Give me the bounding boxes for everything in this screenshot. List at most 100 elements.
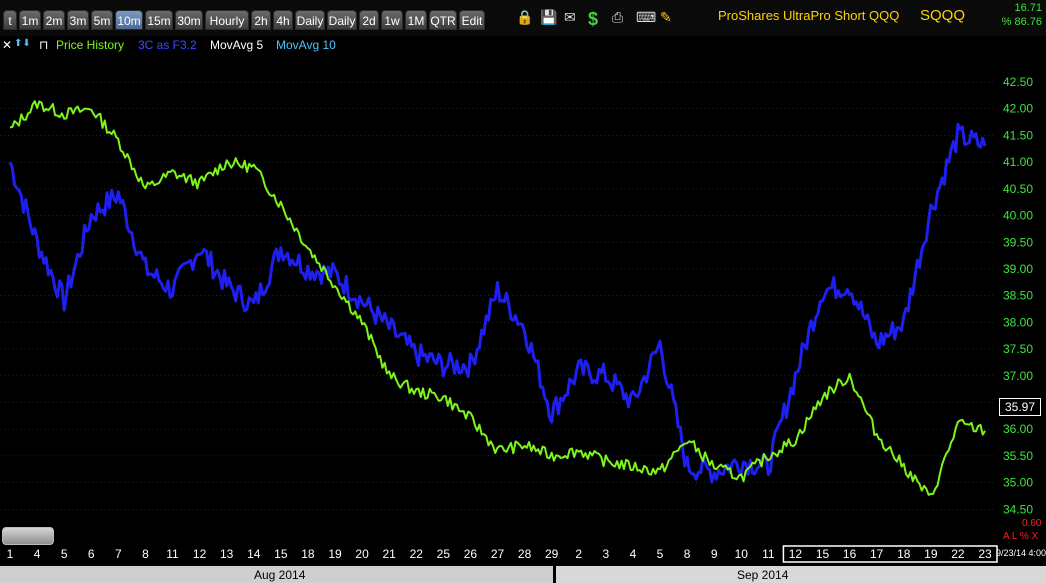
- x-tick-label: 19: [328, 547, 342, 561]
- x-tick-label: 15: [816, 547, 830, 561]
- pencil-icon[interactable]: ✎: [660, 9, 678, 27]
- lock-icon[interactable]: 🔒: [516, 9, 534, 27]
- y-tick-label: 37.00: [1003, 369, 1033, 383]
- timeframe-button-hourly[interactable]: Hourly: [205, 10, 249, 30]
- move-arrows-icon[interactable]: ⬆⬇: [14, 38, 31, 49]
- chart-scroll-handle[interactable]: [2, 527, 54, 545]
- x-tick-label: 16: [843, 547, 857, 561]
- timeframe-button-1m[interactable]: 1M: [405, 10, 427, 30]
- timeframe-button-10m[interactable]: 10m: [115, 10, 143, 30]
- x-tick-label: 5: [61, 547, 68, 561]
- price-chart[interactable]: 42.50 42.00 41.50 41.00 40.50 40.00 39.50 39.00…: [0, 36, 1046, 566]
- last-price-label: 35.97: [999, 398, 1041, 416]
- x-tick-label: 22: [410, 547, 424, 561]
- x-tick-label: 5: [657, 547, 664, 561]
- y-tick-label: 39.00: [1003, 262, 1033, 276]
- keyboard-icon[interactable]: ⌨: [636, 9, 656, 27]
- x-tick-label: 15: [274, 547, 288, 561]
- x-tick-label: 27: [491, 547, 505, 561]
- legend-price-history[interactable]: Price History: [56, 38, 124, 52]
- x-tick-label: 19: [924, 547, 938, 561]
- y-tick-label: 41.00: [1003, 155, 1033, 169]
- x-tick-label: 12: [789, 547, 803, 561]
- x-tick-label: 13: [220, 547, 234, 561]
- month-band-sep: [556, 566, 1046, 583]
- timeframe-button-2d[interactable]: 2d: [359, 10, 379, 30]
- x-tick-label: 4: [630, 547, 637, 561]
- timeframe-button-5m[interactable]: 5m: [91, 10, 113, 30]
- mail-icon[interactable]: ✉: [564, 9, 582, 27]
- printer-icon[interactable]: ⎙: [612, 9, 630, 27]
- series-line-3c-indicator: [8, 122, 987, 484]
- x-tick-label: 23: [978, 547, 992, 561]
- x-tick-label: 26: [464, 547, 478, 561]
- y-tick-label: 38.50: [1003, 289, 1033, 303]
- timeframe-button-daily[interactable]: Daily: [295, 10, 325, 30]
- x-tick-label: 11: [166, 547, 179, 561]
- timestamp-label: 9/23/14 4:00: [996, 548, 1046, 558]
- quote-symbol: SQQQ: [920, 7, 966, 24]
- y-tick-label: 35.00: [1003, 476, 1033, 490]
- save-icon[interactable]: 💾: [540, 9, 558, 27]
- legend-movavg10[interactable]: MovAvg 10: [276, 38, 336, 52]
- chart-legend: ✕ ⬆⬇ ⊓ Price History 3C as F3.2 MovAvg 5…: [0, 38, 500, 54]
- timeframe-button-4h[interactable]: 4h: [273, 10, 293, 30]
- y-tick-label: 39.50: [1003, 235, 1033, 249]
- timeframe-button-30m[interactable]: 30m: [175, 10, 203, 30]
- quote-name: ProShares UltraPro Short QQQ: [718, 8, 900, 23]
- timeframe-button-3m[interactable]: 3m: [67, 10, 89, 30]
- y-tick-label: 41.50: [1003, 128, 1033, 142]
- y-tick-label: 42.00: [1003, 102, 1033, 116]
- y-tick-label: 35.50: [1003, 449, 1033, 463]
- timeframe-button-qtr[interactable]: QTR: [429, 10, 457, 30]
- x-tick-label: 4: [34, 547, 41, 561]
- timeframe-button-2m[interactable]: 2m: [43, 10, 65, 30]
- timeframe-button-1m[interactable]: 1m: [19, 10, 41, 30]
- corner-flags[interactable]: A L % X: [1003, 531, 1038, 542]
- x-tick-label: 21: [382, 547, 396, 561]
- x-tick-label: 14: [247, 547, 261, 561]
- timeframe-button-1w[interactable]: 1w: [381, 10, 403, 30]
- x-tick-label: 18: [897, 547, 911, 561]
- x-tick-label: 25: [437, 547, 451, 561]
- x-tick-label: 8: [684, 547, 691, 561]
- x-tick-label: 8: [142, 547, 149, 561]
- timeframe-button-2h[interactable]: 2h: [251, 10, 271, 30]
- close-chart-icon[interactable]: ✕: [2, 38, 12, 52]
- x-tick-label: 28: [518, 547, 532, 561]
- timeframe-button-edit[interactable]: Edit: [459, 10, 485, 30]
- legend-movavg5[interactable]: MovAvg 5: [210, 38, 263, 52]
- y-tick-label: 36.00: [1003, 422, 1033, 436]
- timeframe-button-t[interactable]: t: [3, 10, 17, 30]
- y-tick-label: 34.50: [1003, 502, 1033, 516]
- x-tick-label: 9: [711, 547, 718, 561]
- x-tick-label: 10: [735, 547, 749, 561]
- timeframe-button-15m[interactable]: 15m: [145, 10, 173, 30]
- x-tick-label: 29: [545, 547, 559, 561]
- y-tick-label: 42.50: [1003, 75, 1033, 89]
- x-tick-label: 20: [355, 547, 369, 561]
- timeframe-button-daily[interactable]: Daily: [327, 10, 357, 30]
- x-tick-label: 7: [115, 547, 122, 561]
- series-line-price-history: [9, 100, 986, 496]
- x-tick-label: 2: [575, 547, 582, 561]
- x-tick-label: 17: [870, 547, 884, 561]
- y-tick-label: 40.00: [1003, 209, 1033, 223]
- pin-icon[interactable]: ⊓: [39, 38, 48, 52]
- x-tick-label: 11: [762, 547, 775, 561]
- x-tick-label: 12: [193, 547, 207, 561]
- x-tick-label: 3: [602, 547, 609, 561]
- month-label-aug: Aug 2014: [254, 568, 306, 582]
- x-tick-label: 22: [951, 547, 965, 561]
- month-label-sep: Sep 2014: [737, 568, 789, 582]
- y-tick-label: 38.00: [1003, 315, 1033, 329]
- y-tick-label: 40.50: [1003, 182, 1033, 196]
- legend-3c-indicator[interactable]: 3C as F3.2: [138, 38, 197, 52]
- x-tick-label: 1: [7, 547, 14, 561]
- quote-percent: % 86.76: [1001, 16, 1042, 28]
- x-tick-label: 6: [88, 547, 95, 561]
- corner-value: 0.60: [1022, 518, 1042, 529]
- dollar-icon[interactable]: $: [588, 9, 606, 29]
- quote-change: 16.71: [1014, 2, 1042, 14]
- y-tick-label: 37.50: [1003, 342, 1033, 356]
